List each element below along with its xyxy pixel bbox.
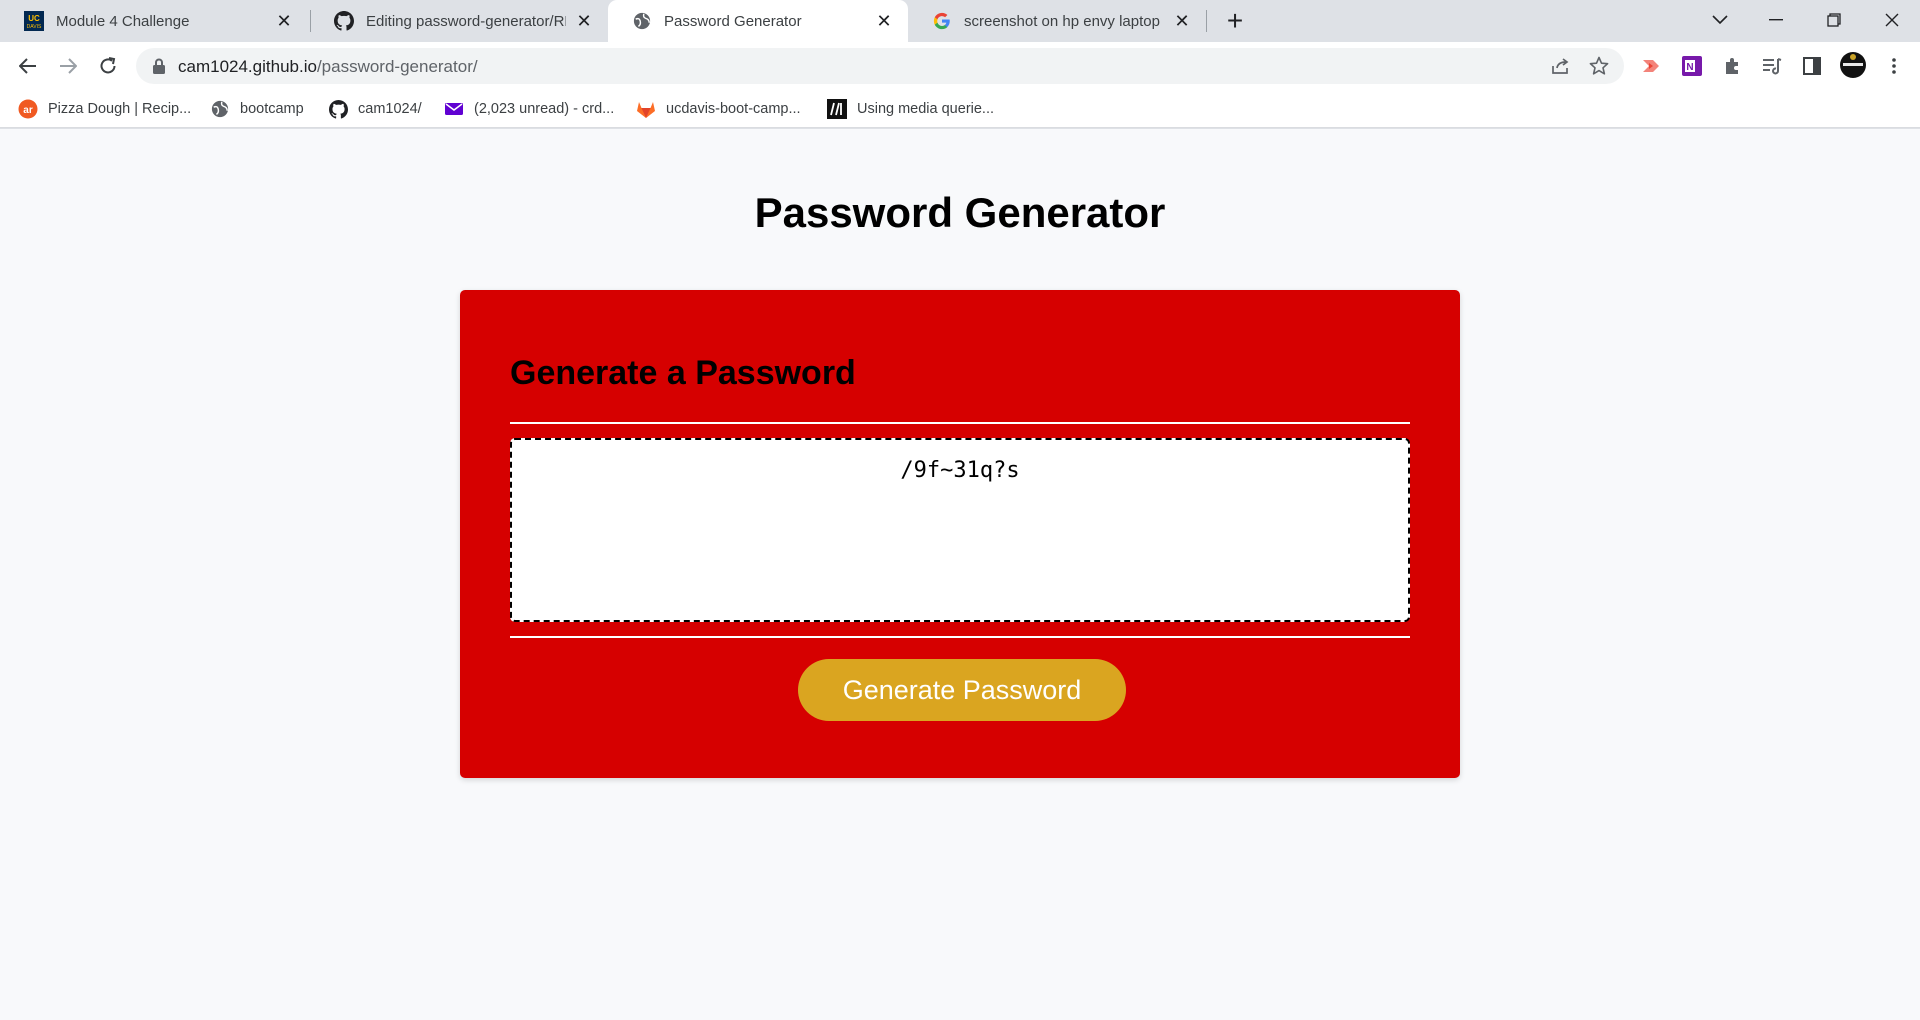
reload-button[interactable] bbox=[92, 50, 124, 82]
new-tab-button[interactable]: + bbox=[1220, 5, 1250, 36]
bookmark-label: Pizza Dough | Recip... bbox=[48, 101, 192, 117]
restore-button[interactable] bbox=[1806, 0, 1862, 40]
bookmark-label: Using media querie... bbox=[857, 101, 995, 117]
page-title: Password Generator bbox=[754, 189, 1166, 236]
reading-list-icon[interactable] bbox=[1758, 52, 1786, 80]
bookmark-media-queries[interactable]: Using media querie... bbox=[827, 97, 994, 121]
password-output[interactable]: /9f~31q?s bbox=[510, 438, 1410, 622]
globe-favicon-icon bbox=[632, 11, 652, 31]
tab-google-search[interactable]: screenshot on hp envy laptop - G ✕ bbox=[908, 0, 1206, 42]
bookmark-yahoo-mail[interactable]: (2,023 unread) - crd... bbox=[444, 97, 614, 121]
generate-password-button[interactable]: Generate Password bbox=[798, 659, 1126, 721]
password-card: Generate a Password /9f~31q?s Generate P… bbox=[460, 290, 1460, 778]
share-icon[interactable] bbox=[1550, 55, 1572, 77]
github-icon bbox=[328, 99, 348, 119]
minimize-button[interactable] bbox=[1748, 0, 1804, 40]
tab-search-chevron-icon[interactable] bbox=[1692, 0, 1748, 40]
back-button[interactable] bbox=[12, 50, 44, 82]
bookmark-label: ucdavis-boot-camp... bbox=[666, 101, 801, 117]
svg-text:UC: UC bbox=[28, 14, 40, 23]
bookmarks-bar: ar Pizza Dough | Recip... bootcamp cam10… bbox=[0, 90, 1920, 128]
tab-title: Password Generator bbox=[664, 12, 802, 30]
url-path: /password-generator/ bbox=[316, 57, 478, 76]
gitlab-icon bbox=[636, 99, 656, 119]
svg-text:DAVIS: DAVIS bbox=[27, 24, 42, 30]
bookmark-ucdavis-boot-camp[interactable]: ucdavis-boot-camp... bbox=[636, 97, 801, 121]
lock-icon[interactable] bbox=[152, 58, 166, 74]
page-viewport: Password Generator Generate a Password /… bbox=[0, 129, 1920, 1020]
close-icon[interactable]: ✕ bbox=[874, 11, 894, 31]
bookmark-pizza-dough[interactable]: ar Pizza Dough | Recip... bbox=[18, 97, 191, 121]
yahoo-mail-icon bbox=[444, 99, 464, 119]
google-favicon-icon bbox=[932, 11, 952, 31]
allrecipes-icon: ar bbox=[18, 99, 38, 119]
card-header: Generate a Password bbox=[510, 354, 856, 392]
more-menu-icon[interactable] bbox=[1880, 52, 1908, 80]
tab-module-4-challenge[interactable]: UC DAVIS Module 4 Challenge ✕ bbox=[0, 0, 308, 42]
github-favicon-icon bbox=[334, 11, 354, 31]
profile-avatar[interactable] bbox=[1838, 50, 1868, 80]
bookmark-bootcamp[interactable]: bootcamp bbox=[210, 97, 304, 121]
header-divider bbox=[510, 422, 1410, 424]
tab-password-generator[interactable]: Password Generator ✕ bbox=[608, 0, 908, 42]
bookmark-label: cam1024/ bbox=[358, 101, 422, 117]
tab-title: Editing password-generator/REA bbox=[366, 12, 566, 30]
svg-text:N: N bbox=[1686, 62, 1693, 73]
tab-title: Module 4 Challenge bbox=[56, 12, 190, 30]
browser-toolbar: cam1024.github.io/password-generator/ N bbox=[0, 42, 1920, 90]
close-icon[interactable]: ✕ bbox=[274, 11, 294, 31]
url-text[interactable]: cam1024.github.io/password-generator/ bbox=[178, 57, 478, 77]
ucdavis-favicon-icon: UC DAVIS bbox=[24, 11, 44, 31]
tab-editing-readme[interactable]: Editing password-generator/REA ✕ bbox=[310, 0, 608, 42]
address-bar[interactable]: cam1024.github.io/password-generator/ bbox=[136, 48, 1624, 84]
svg-text:ar: ar bbox=[23, 105, 33, 116]
bookmark-label: bootcamp bbox=[240, 101, 304, 117]
url-host: cam1024.github.io bbox=[178, 57, 317, 76]
side-panel-icon[interactable] bbox=[1798, 52, 1826, 80]
tab-title: screenshot on hp envy laptop - G bbox=[964, 12, 1164, 30]
close-window-button[interactable] bbox=[1864, 0, 1920, 40]
password-text: /9f~31q?s bbox=[900, 458, 1020, 483]
onenote-extension-icon[interactable]: N bbox=[1678, 52, 1706, 80]
mdn-icon bbox=[827, 99, 847, 119]
footer-divider bbox=[510, 636, 1410, 638]
globe-icon bbox=[210, 99, 230, 119]
close-icon[interactable]: ✕ bbox=[574, 11, 594, 31]
bookmark-star-icon[interactable] bbox=[1588, 55, 1610, 77]
bookmark-label: (2,023 unread) - crd... bbox=[474, 101, 615, 117]
screencastify-extension-icon[interactable] bbox=[1638, 52, 1666, 80]
tab-divider bbox=[1206, 10, 1207, 32]
close-icon[interactable]: ✕ bbox=[1172, 11, 1192, 31]
bookmark-cam1024[interactable]: cam1024/ bbox=[328, 97, 422, 121]
forward-button[interactable] bbox=[52, 50, 84, 82]
extensions-puzzle-icon[interactable] bbox=[1718, 52, 1746, 80]
tab-strip: UC DAVIS Module 4 Challenge ✕ Editing pas… bbox=[0, 0, 1920, 42]
